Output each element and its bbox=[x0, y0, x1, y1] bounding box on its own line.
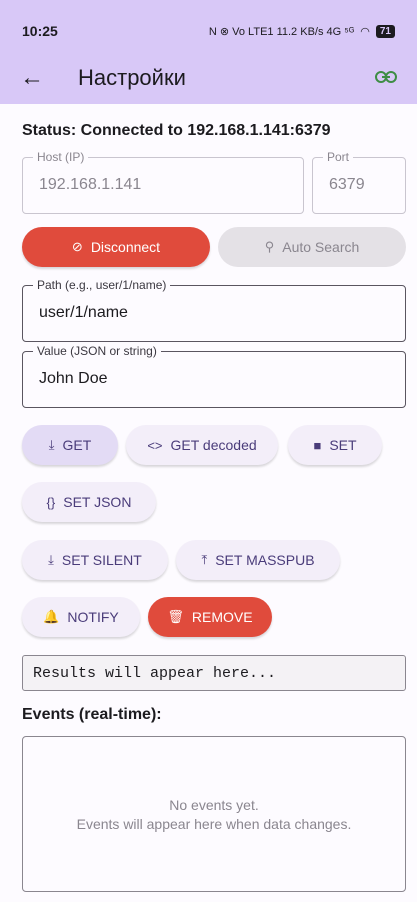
download-icon: ⤓ bbox=[48, 437, 55, 452]
result-output: Results will appear here... bbox=[22, 655, 406, 691]
remove-label: REMOVE bbox=[191, 609, 253, 625]
set-masspub-label: SET MASSPUB bbox=[215, 552, 315, 568]
disconnect-button[interactable]: ⊘ Disconnect bbox=[22, 227, 210, 267]
result-text: Results will appear here... bbox=[33, 664, 277, 682]
host-value: 192.168.1.141 bbox=[39, 176, 142, 193]
signal-icons: N ⊗ Vo LTE1 11.2 KB/s 4G ⁵ᴳ bbox=[208, 25, 355, 38]
events-empty-title: No events yet. bbox=[169, 797, 259, 813]
connection-status: Status: Connected to 192.168.1.141:6379 bbox=[22, 122, 331, 139]
port-label: Port bbox=[323, 150, 354, 164]
events-title: Events (real-time): bbox=[22, 706, 162, 723]
clock: 10:25 bbox=[22, 23, 58, 39]
download-tray-icon: ⤓ bbox=[48, 552, 54, 567]
disconnect-label: Disconnect bbox=[90, 239, 161, 255]
events-list[interactable]: No events yet. Events will appear here w… bbox=[22, 736, 406, 892]
bell-icon: 🔔 bbox=[43, 609, 60, 624]
notify-button[interactable]: 🔔 NOTIFY bbox=[22, 597, 140, 637]
port-value: 6379 bbox=[329, 176, 365, 193]
events-empty-hint: Events will appear here when data change… bbox=[76, 816, 352, 832]
link-off-icon: ⊘ bbox=[71, 239, 83, 254]
braces-icon: {} bbox=[46, 494, 56, 510]
page-title: Настройки bbox=[78, 65, 186, 90]
trash-icon: 🗑 bbox=[167, 609, 184, 624]
auto-search-button[interactable]: ⚲ Auto Search bbox=[218, 227, 406, 267]
host-label: Host (IP) bbox=[33, 150, 89, 164]
set-label: SET bbox=[329, 437, 357, 453]
get-label: GET bbox=[62, 437, 92, 453]
set-json-label: SET JSON bbox=[63, 494, 132, 510]
code-icon: <> bbox=[147, 437, 163, 453]
path-field[interactable]: Path (e.g., user/1/name) user/1/name bbox=[22, 278, 406, 342]
get-button[interactable]: ⤓ GET bbox=[22, 425, 118, 465]
battery-icon: 71 bbox=[375, 24, 395, 38]
path-value: user/1/name bbox=[39, 304, 128, 321]
system-status-bar: 10:25 N ⊗ Vo LTE1 11.2 KB/s 4G ⁵ᴳ ◠ 71 bbox=[0, 0, 417, 62]
set-button[interactable]: ■ SET bbox=[288, 425, 382, 465]
back-arrow-icon[interactable]: ← bbox=[20, 64, 58, 92]
set-silent-label: SET SILENT bbox=[61, 552, 142, 568]
app-bar: ← Настройки bbox=[0, 58, 417, 98]
top-bar: 10:25 N ⊗ Vo LTE1 11.2 KB/s 4G ⁵ᴳ ◠ 71 ←… bbox=[0, 0, 417, 104]
set-silent-button[interactable]: ⤓ SET SILENT bbox=[22, 540, 168, 580]
value-value: John Doe bbox=[39, 370, 108, 387]
publish-icon: ⤒ bbox=[201, 552, 208, 567]
value-label: Value (JSON or string) bbox=[33, 344, 161, 358]
value-field[interactable]: Value (JSON or string) John Doe bbox=[22, 344, 406, 408]
port-field[interactable]: Port 6379 bbox=[312, 150, 406, 214]
set-masspub-button[interactable]: ⤒ SET MASSPUB bbox=[176, 540, 340, 580]
search-icon: ⚲ bbox=[264, 239, 275, 254]
path-label: Path (e.g., user/1/name) bbox=[33, 278, 171, 292]
status-icons: N ⊗ Vo LTE1 11.2 KB/s 4G ⁵ᴳ ◠ 71 bbox=[208, 24, 395, 38]
link-icon[interactable] bbox=[375, 67, 397, 90]
get-decoded-label: GET decoded bbox=[170, 437, 257, 453]
save-icon: ■ bbox=[313, 437, 322, 453]
remove-button[interactable]: 🗑 REMOVE bbox=[148, 597, 272, 637]
get-decoded-button[interactable]: <> GET decoded bbox=[126, 425, 278, 465]
set-json-button[interactable]: {} SET JSON bbox=[22, 482, 156, 522]
wifi-icon: ◠ bbox=[360, 25, 370, 38]
auto-search-label: Auto Search bbox=[282, 239, 360, 255]
host-field[interactable]: Host (IP) 192.168.1.141 bbox=[22, 150, 304, 214]
notify-label: NOTIFY bbox=[67, 609, 119, 625]
